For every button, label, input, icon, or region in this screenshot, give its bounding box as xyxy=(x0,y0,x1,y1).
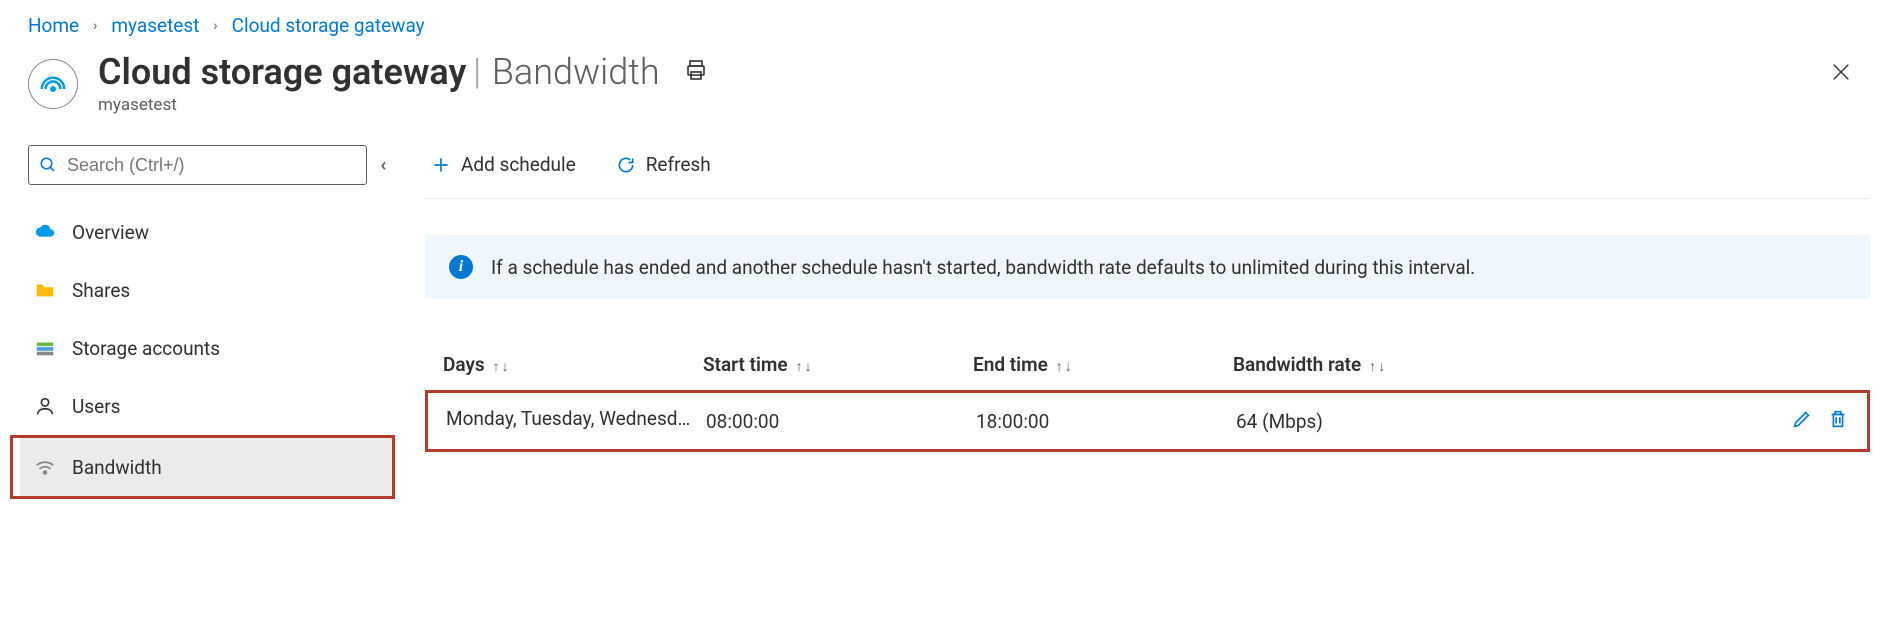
cell-start-time: 08:00:00 xyxy=(706,410,976,433)
info-banner: i If a schedule has ended and another sc… xyxy=(425,235,1870,299)
sidebar-item-label: Bandwidth xyxy=(72,456,162,479)
column-header-end-time[interactable]: End time↑↓ xyxy=(973,353,1233,376)
toolbar-divider xyxy=(425,198,1870,199)
column-header-bandwidth-rate[interactable]: Bandwidth rate↑↓ xyxy=(1233,353,1762,376)
table-header: Days↑↓ Start time↑↓ End time↑↓ Bandwidth… xyxy=(425,339,1870,390)
info-message: If a schedule has ended and another sche… xyxy=(491,256,1475,279)
page-title: Cloud storage gateway xyxy=(98,51,466,93)
breadcrumb-home[interactable]: Home xyxy=(28,14,79,37)
search-input[interactable] xyxy=(28,145,367,185)
edit-icon[interactable] xyxy=(1791,408,1813,435)
refresh-label: Refresh xyxy=(646,153,711,176)
print-icon[interactable] xyxy=(684,58,708,87)
storage-icon xyxy=(34,337,56,359)
wifi-icon xyxy=(34,456,56,478)
refresh-button[interactable]: Refresh xyxy=(610,149,717,180)
sidebar-item-label: Shares xyxy=(72,279,130,302)
folder-icon xyxy=(34,279,56,301)
close-icon[interactable] xyxy=(1820,51,1862,96)
chevron-right-icon: › xyxy=(213,18,217,34)
sidebar-item-shares[interactable]: Shares xyxy=(20,261,395,319)
sidebar-item-label: Overview xyxy=(72,221,149,244)
page-section: Bandwidth xyxy=(492,51,660,93)
sidebar-item-storage-accounts[interactable]: Storage accounts xyxy=(20,319,395,377)
sidebar-item-bandwidth[interactable]: Bandwidth xyxy=(20,438,392,496)
search-field[interactable] xyxy=(65,154,356,177)
search-icon xyxy=(39,156,57,174)
toolbar: Add schedule Refresh xyxy=(425,145,1870,198)
sort-icon: ↑↓ xyxy=(493,359,511,375)
resource-subtitle: myasetest xyxy=(98,95,1820,115)
add-schedule-button[interactable]: Add schedule xyxy=(425,149,582,180)
cell-days: Monday, Tuesday, Wednesd… xyxy=(446,407,690,430)
breadcrumb-current[interactable]: Cloud storage gateway xyxy=(232,14,425,37)
delete-icon[interactable] xyxy=(1827,408,1849,435)
refresh-icon xyxy=(616,155,636,175)
column-header-days[interactable]: Days↑↓ xyxy=(443,353,703,376)
sidebar-item-label: Storage accounts xyxy=(72,337,220,360)
cloud-icon xyxy=(34,221,56,243)
chevron-right-icon: › xyxy=(93,18,97,34)
sidebar-item-overview[interactable]: Overview xyxy=(20,203,395,261)
sort-icon: ↑↓ xyxy=(1369,359,1387,375)
collapse-sidebar-icon[interactable]: ‹‹ xyxy=(381,155,387,176)
cell-end-time: 18:00:00 xyxy=(976,410,1236,433)
main-content: Add schedule Refresh i If a schedule has… xyxy=(395,145,1870,499)
sort-icon: ↑↓ xyxy=(1056,359,1074,375)
plus-icon xyxy=(431,155,451,175)
sidebar: ‹‹ Overview Shares Storage accounts User… xyxy=(20,145,395,499)
user-icon xyxy=(34,395,56,417)
page-header: Cloud storage gateway | Bandwidth myaset… xyxy=(0,47,1890,145)
cell-bandwidth-rate: 64 (Mbps) xyxy=(1236,410,1759,433)
breadcrumb-resource[interactable]: myasetest xyxy=(111,14,199,37)
column-header-start-time[interactable]: Start time↑↓ xyxy=(703,353,973,376)
sidebar-item-users[interactable]: Users xyxy=(20,377,395,435)
title-block: Cloud storage gateway | Bandwidth myaset… xyxy=(98,51,1820,115)
sidebar-item-label: Users xyxy=(72,395,120,418)
info-icon: i xyxy=(449,255,473,279)
breadcrumb: Home › myasetest › Cloud storage gateway xyxy=(0,0,1890,47)
gateway-icon xyxy=(28,59,78,109)
sort-icon: ↑↓ xyxy=(796,359,814,375)
add-schedule-label: Add schedule xyxy=(461,153,576,176)
table-row[interactable]: Monday, Tuesday, Wednesd… 08:00:00 18:00… xyxy=(428,393,1867,449)
